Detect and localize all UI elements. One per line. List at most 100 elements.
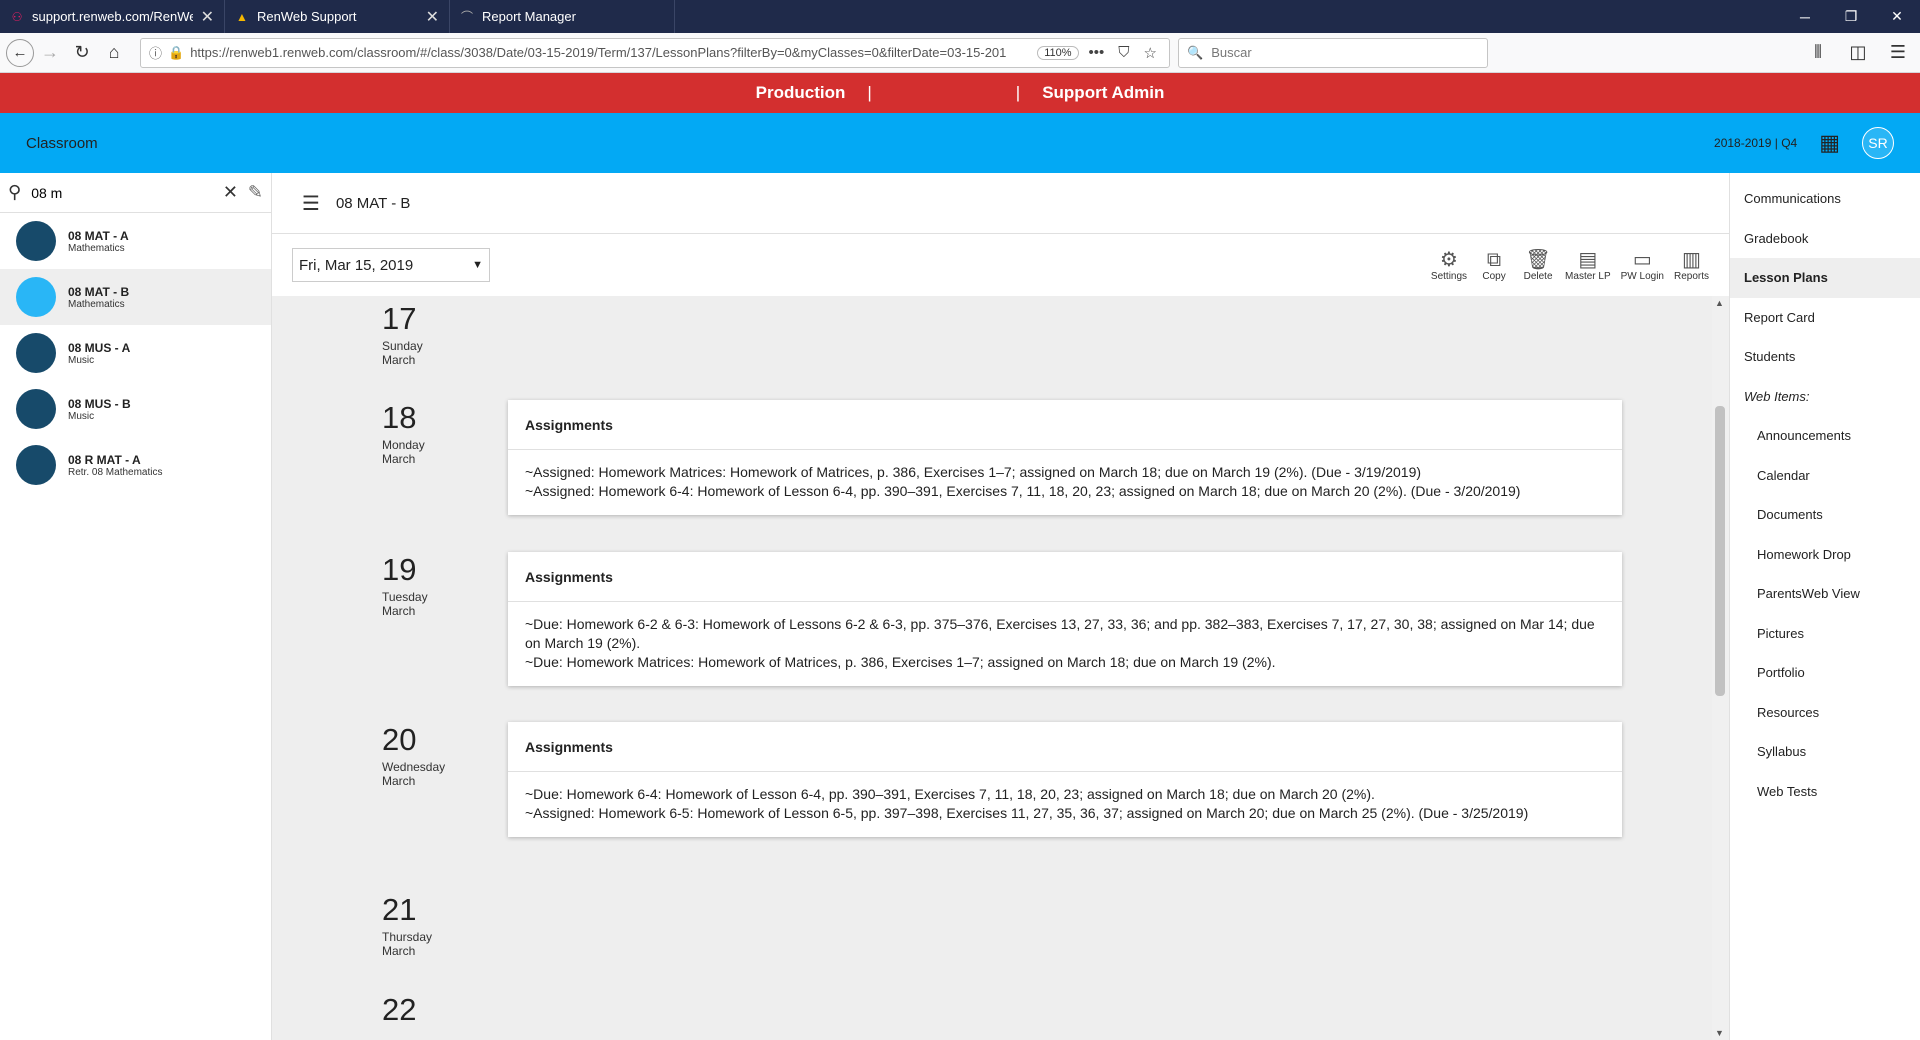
tool-label: PW Login xyxy=(1620,270,1664,282)
master-lp-button[interactable]: ▤ Master LP xyxy=(1565,249,1611,282)
menu-resources[interactable]: Resources xyxy=(1730,693,1920,733)
class-color-dot xyxy=(16,277,56,317)
term-label[interactable]: 2018-2019 | Q4 xyxy=(1714,136,1797,150)
hamburger-menu-icon[interactable]: ☰ xyxy=(302,191,320,216)
banner-separator: | xyxy=(1015,83,1021,102)
menu-documents[interactable]: Documents xyxy=(1730,495,1920,535)
class-item-08-mat-b[interactable]: 08 MAT - B Mathematics xyxy=(0,269,271,325)
tool-label: Delete xyxy=(1523,270,1553,282)
sidebar-toggle-icon[interactable]: ◫ xyxy=(1842,37,1874,69)
browser-tab-report-manager[interactable]: ⌒ Report Manager xyxy=(450,0,675,33)
scroll-down-icon[interactable]: ▼ xyxy=(1715,1028,1724,1038)
settings-button[interactable]: ⚙ Settings xyxy=(1431,249,1467,282)
back-icon[interactable]: ← xyxy=(6,38,34,67)
copy-button[interactable]: ⧉ Copy xyxy=(1477,249,1511,282)
home-icon[interactable]: ⌂ xyxy=(98,37,130,69)
date-picker[interactable]: Fri, Mar 15, 2019 ▼ xyxy=(292,248,490,282)
menu-portfolio[interactable]: Portfolio xyxy=(1730,653,1920,693)
search-icon: ⚲ xyxy=(8,182,22,202)
close-icon[interactable]: ✕ xyxy=(426,7,439,27)
day-21: 21 Thursday March xyxy=(382,892,432,958)
tool-label: Master LP xyxy=(1565,270,1611,282)
banner-separator: | xyxy=(867,83,872,102)
restore-icon[interactable]: ❐ xyxy=(1828,0,1874,33)
clear-icon[interactable]: ✕ xyxy=(223,182,238,203)
day-17: 17 Sunday March xyxy=(382,301,423,367)
lock-icon: 🔒 xyxy=(168,44,185,60)
menu-syllabus[interactable]: Syllabus xyxy=(1730,732,1920,772)
tab-title: support.renweb.com/RenWeb/ xyxy=(32,9,193,24)
class-header: ☰ 08 MAT - B xyxy=(272,173,1729,234)
menu-pictures[interactable]: Pictures xyxy=(1730,614,1920,654)
search-placeholder: Buscar xyxy=(1211,45,1252,60)
day-month: March xyxy=(382,353,416,367)
edit-pencil-icon[interactable]: ✎ xyxy=(248,182,263,203)
scrollbar-thumb[interactable] xyxy=(1715,406,1725,696)
day-month: March xyxy=(382,452,416,466)
menu-gradebook[interactable]: Gradebook xyxy=(1730,219,1920,259)
reload-icon[interactable]: ↻ xyxy=(66,37,98,69)
reports-button[interactable]: ▥ Reports xyxy=(1674,249,1709,282)
day-number: 20 xyxy=(382,722,417,757)
menu-students[interactable]: Students xyxy=(1730,337,1920,377)
link-icon: ⚇ xyxy=(11,9,23,24)
day-month: March xyxy=(382,944,416,958)
bookmark-star-icon[interactable]: ☆ xyxy=(1140,44,1161,62)
forward-icon[interactable]: → xyxy=(34,37,66,69)
class-subject: Retr. 08 Mathematics xyxy=(68,466,163,478)
info-icon[interactable]: ⓘ xyxy=(149,43,162,62)
url-text[interactable]: https://renweb1.renweb.com/classroom/#/c… xyxy=(190,45,1031,60)
more-actions-icon[interactable]: ••• xyxy=(1085,44,1109,61)
class-search-input[interactable] xyxy=(31,184,213,201)
browser-tab-support[interactable]: ⚇ support.renweb.com/RenWeb/ ✕ xyxy=(0,0,225,33)
card-body: ~Due: Homework 6-4: Homework of Lesson 6… xyxy=(508,772,1622,837)
report-icon: ⌒ xyxy=(460,10,473,24)
menu-homework-drop[interactable]: Homework Drop xyxy=(1730,535,1920,575)
menu-web-tests[interactable]: Web Tests xyxy=(1730,772,1920,812)
menu-lesson-plans[interactable]: Lesson Plans xyxy=(1730,258,1920,298)
pocket-icon[interactable]: ⛉ xyxy=(1114,44,1133,61)
browser-toolbar-right: ⫴ ◫ ☰ xyxy=(1802,37,1914,69)
browser-search-bar[interactable]: 🔍 Buscar xyxy=(1178,37,1488,68)
delete-button[interactable]: 🗑 Delete xyxy=(1521,249,1555,282)
class-color-dot xyxy=(16,389,56,429)
bar-chart-icon: ▥ xyxy=(1682,248,1701,271)
card-title: Assignments xyxy=(508,552,1622,602)
card-body: ~Assigned: Homework Matrices: Homework o… xyxy=(508,450,1622,515)
assignment-line: ~Assigned: Homework 6-4: Homework of Les… xyxy=(525,483,1521,499)
scroll-up-icon[interactable]: ▲ xyxy=(1715,298,1724,308)
class-item-08-mus-a[interactable]: 08 MUS - A Music xyxy=(0,325,271,381)
toolbar-actions: ⚙ Settings ⧉ Copy 🗑 Delete ▤ Master LP ▭… xyxy=(1431,249,1709,282)
close-icon[interactable]: ✕ xyxy=(201,7,214,27)
browser-navbar: ← → ↻ ⌂ ⓘ 🔒 https://renweb1.renweb.com/c… xyxy=(0,33,1920,73)
day-name: Thursday xyxy=(382,930,433,944)
library-icon[interactable]: ⫴ xyxy=(1802,37,1834,69)
day-name: Monday xyxy=(382,438,425,452)
class-item-08-r-mat-a[interactable]: 08 R MAT - A Retr. 08 Mathematics xyxy=(0,437,271,493)
avatar[interactable]: SR xyxy=(1862,127,1894,159)
menu-parentsweb-view[interactable]: ParentsWeb View xyxy=(1730,574,1920,614)
lesson-schedule: 17 Sunday March 18 Monday March Assignme… xyxy=(272,296,1712,1040)
master-lp-icon: ▤ xyxy=(1578,248,1598,271)
pw-login-button[interactable]: ▭ PW Login xyxy=(1621,249,1664,282)
assignment-line: ~Assigned: Homework Matrices: Homework o… xyxy=(525,464,1422,480)
close-window-icon[interactable]: ✕ xyxy=(1874,0,1920,33)
menu-communications[interactable]: Communications xyxy=(1730,179,1920,219)
day-number: 22 xyxy=(382,992,417,1027)
zoom-level[interactable]: 110% xyxy=(1037,45,1079,60)
assignment-line: ~Due: Homework Matrices: Homework of Mat… xyxy=(525,654,1276,670)
class-title: 08 MAT - B xyxy=(335,194,411,212)
browser-tab-renweb[interactable]: ▲ RenWeb Support ✕ xyxy=(225,0,450,33)
class-item-08-mat-a[interactable]: 08 MAT - A Mathematics xyxy=(0,213,271,269)
gear-icon: ⚙ xyxy=(1440,248,1458,271)
app-title[interactable]: Classroom xyxy=(26,135,98,152)
menu-announcements[interactable]: Announcements xyxy=(1730,416,1920,456)
minimize-icon[interactable]: ─ xyxy=(1782,0,1828,33)
url-bar[interactable]: ⓘ 🔒 https://renweb1.renweb.com/classroom… xyxy=(140,37,1170,68)
schedule-scrollbar[interactable]: ▲ ▼ xyxy=(1712,296,1729,1040)
menu-calendar[interactable]: Calendar xyxy=(1730,456,1920,496)
apps-grid-icon[interactable]: ▦ xyxy=(1819,130,1840,156)
menu-report-card[interactable]: Report Card xyxy=(1730,298,1920,338)
class-item-08-mus-b[interactable]: 08 MUS - B Music xyxy=(0,381,271,437)
hamburger-menu-icon[interactable]: ☰ xyxy=(1882,37,1914,69)
